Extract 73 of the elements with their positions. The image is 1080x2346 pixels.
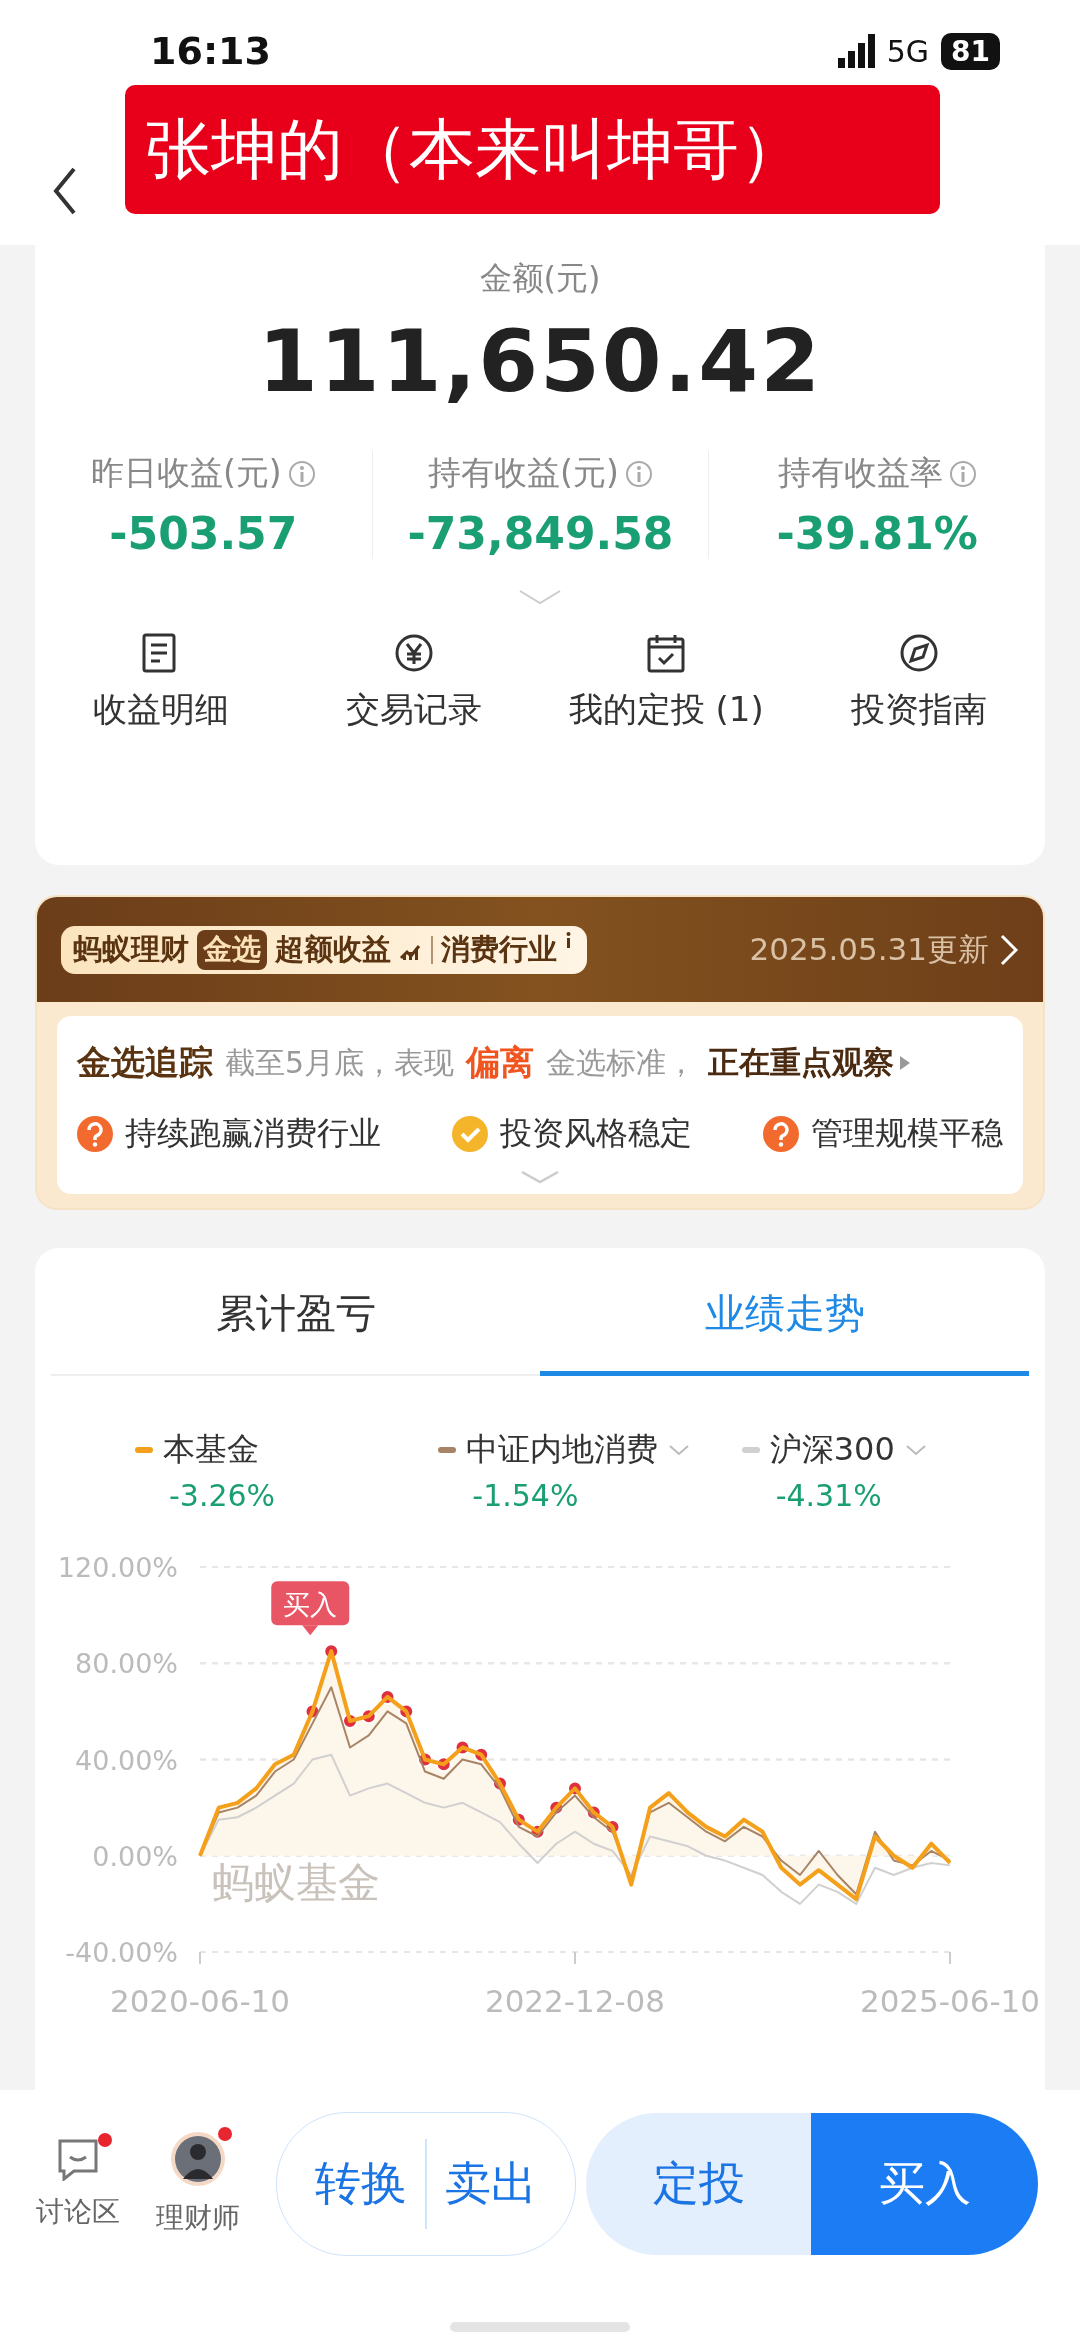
action-button[interactable]: 转换	[297, 2153, 425, 2215]
advisor-button[interactable]: 理财师	[138, 2131, 258, 2237]
shortcut-item[interactable]: 我的定投 (1)	[540, 633, 793, 733]
stat-label: 持有收益率	[777, 452, 943, 494]
y-tick-label: -40.00%	[65, 1937, 178, 1968]
criterion-label: 持续跑赢消费行业	[125, 1113, 381, 1154]
chevron-right-icon	[999, 932, 1019, 967]
legend-label: 中证内地消费	[466, 1429, 659, 1470]
discussion-button[interactable]: 讨论区	[18, 2137, 138, 2231]
selection-badge: 金选	[197, 929, 267, 970]
tracking-text: 金选标准，	[546, 1043, 697, 1082]
y-tick-label: 120.00%	[57, 1552, 178, 1583]
legend-label: 沪深300	[769, 1429, 895, 1470]
expand-icon[interactable]	[518, 589, 562, 605]
y-tick-label: 80.00%	[75, 1648, 178, 1680]
chart-tab[interactable]: 业绩走势	[540, 1248, 1029, 1376]
tracking-text: 截至5月底，表现	[225, 1043, 455, 1082]
stat-value: -503.57	[109, 508, 298, 559]
legend-label: 本基金	[163, 1429, 259, 1470]
y-tick-label: 40.00%	[75, 1744, 178, 1776]
amount-value: 111,650.42	[256, 311, 824, 411]
info-icon[interactable]	[565, 931, 573, 950]
update-link[interactable]: 2025.05.31更新	[749, 928, 1019, 971]
triangle-right-icon	[900, 1056, 911, 1070]
x-tick-label: 2020-06-10	[109, 1983, 291, 2017]
stat-label: 持有收益(元)	[428, 452, 619, 494]
tracking-title: 金选追踪	[77, 1041, 213, 1084]
battery-level: 81	[941, 32, 1000, 70]
legend-change: -1.54%	[472, 1478, 580, 1513]
compass-icon	[898, 633, 939, 673]
action-button[interactable]: 卖出	[427, 2153, 555, 2215]
deviation-label: 偏离	[466, 1041, 535, 1084]
legend-swatch	[741, 1447, 760, 1453]
chat-icon	[56, 2137, 100, 2181]
signal-icon	[837, 34, 875, 68]
shortcut-item[interactable]: 交易记录	[287, 633, 540, 733]
dropdown-icon[interactable]	[668, 1444, 691, 1456]
x-tick-label: 2025-06-10	[859, 1983, 1041, 2017]
plan-button[interactable]: 定投	[586, 2113, 811, 2255]
chart-watermark: 蚂蚁基金	[212, 1857, 380, 1907]
x-tick-label: 2022-12-08	[484, 1983, 666, 2017]
legend-swatch	[135, 1447, 153, 1453]
stat-label: 昨日收益(元)	[90, 452, 282, 494]
status-time: 16:13	[150, 29, 271, 73]
amount-label: 金额(元)	[478, 258, 602, 299]
yen-icon	[393, 633, 434, 673]
legend-change: -3.26%	[169, 1478, 277, 1513]
shortcut-item[interactable]: 收益明细	[35, 633, 288, 733]
y-tick-label: 0.00%	[92, 1840, 178, 1872]
expand-icon[interactable]	[520, 1170, 560, 1184]
criterion-label: 投资风格稳定	[500, 1113, 692, 1154]
dropdown-icon[interactable]	[904, 1444, 927, 1456]
avatar-icon	[170, 2131, 226, 2187]
stat-value: -73,849.58	[407, 508, 674, 559]
category-label: 消费行业	[441, 930, 557, 968]
chart-tab[interactable]: 累计盈亏	[51, 1248, 540, 1376]
shortcut-item[interactable]: 投资指南	[792, 633, 1045, 733]
check-icon	[452, 1116, 488, 1152]
stat-value: -39.81%	[776, 508, 978, 559]
buy-tooltip: 买入	[271, 1581, 350, 1636]
brand-label: 蚂蚁理财	[73, 930, 189, 968]
legend-swatch	[438, 1447, 457, 1453]
buy-button[interactable]: 买入	[811, 2113, 1038, 2255]
criterion-label: 管理规模平稳	[811, 1113, 1003, 1154]
tag-label: 超额收益	[275, 930, 391, 968]
question-icon	[77, 1116, 113, 1152]
series-label: 买入	[283, 1589, 338, 1621]
calendar-icon	[646, 633, 687, 673]
question-icon	[763, 1116, 799, 1152]
caption-banner: 张坤的（本来叫坤哥）	[125, 85, 940, 215]
network-label: 5G	[886, 33, 930, 69]
legend-change: -4.31%	[775, 1478, 883, 1513]
observe-link[interactable]: 正在重点观察	[708, 1042, 911, 1084]
